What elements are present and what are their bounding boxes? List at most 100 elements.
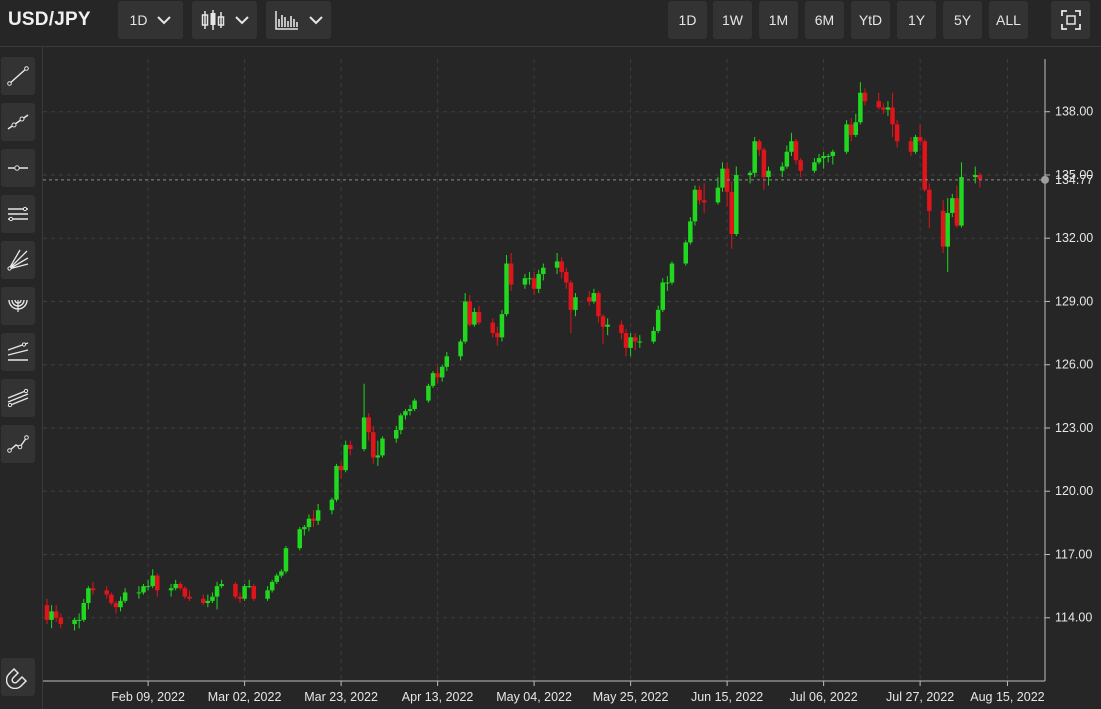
candle — [297, 527, 302, 551]
candle-body — [297, 529, 302, 549]
fibonacci-tool[interactable] — [1, 379, 35, 417]
candle — [527, 271, 532, 285]
candle-body — [168, 588, 174, 591]
fan-lines-icon — [7, 249, 29, 271]
candle — [136, 586, 142, 599]
candle-body — [531, 278, 537, 289]
candle-body — [219, 584, 224, 587]
candle — [752, 137, 757, 178]
candle-body — [109, 594, 114, 603]
range-button-1d[interactable]: 1D — [668, 1, 707, 39]
candle — [178, 581, 183, 591]
trend-line-tool[interactable] — [1, 57, 35, 95]
magnet-tool[interactable] — [1, 658, 35, 696]
candle-body — [816, 158, 822, 163]
candle — [669, 261, 675, 285]
candle-body — [605, 324, 610, 327]
candle-body — [688, 221, 693, 243]
candle — [697, 185, 702, 205]
candle — [816, 153, 822, 165]
arc-tool[interactable] — [1, 287, 35, 325]
candle — [757, 139, 762, 156]
candle — [155, 573, 160, 597]
candle-body — [596, 293, 601, 317]
x-tick-label: Mar 23, 2022 — [304, 690, 378, 704]
candle — [90, 581, 96, 595]
candle — [361, 383, 367, 452]
range-button-all[interactable]: ALL — [989, 1, 1028, 39]
candlestick-icon — [201, 10, 224, 30]
candle — [210, 592, 215, 603]
candle-body — [812, 162, 817, 171]
candle-body — [683, 242, 689, 264]
candle-body — [439, 366, 445, 378]
candle — [104, 586, 109, 599]
price-chart[interactable]: 114.00 117.00 120.00 123.00 126.00 129.00 132.… — [43, 47, 1101, 709]
last-price-dot — [1041, 175, 1049, 184]
candle — [315, 503, 321, 525]
extended-line-tool[interactable] — [1, 103, 35, 141]
candle-body — [651, 330, 656, 342]
candle — [113, 600, 119, 614]
indicators-dropdown[interactable] — [266, 1, 331, 39]
range-button-1y[interactable]: 1Y — [897, 1, 936, 39]
candle-body — [237, 596, 243, 599]
candle-body — [343, 444, 348, 471]
fan-lines-tool[interactable] — [1, 241, 35, 279]
candle — [467, 295, 473, 327]
arc-icon — [8, 299, 28, 312]
fullscreen-button[interactable] — [1051, 1, 1090, 39]
candle — [274, 573, 280, 585]
trend-line-icon — [7, 66, 29, 86]
pitchfork-tool[interactable] — [1, 333, 35, 371]
candle-body — [472, 312, 477, 325]
polyline-tool[interactable] — [1, 425, 35, 463]
candle — [688, 217, 693, 245]
interval-label: 1D — [129, 12, 148, 28]
candle — [720, 162, 725, 192]
chart-type-dropdown[interactable] — [192, 1, 257, 39]
candle — [44, 598, 50, 625]
candle — [651, 326, 656, 344]
candle — [237, 592, 243, 603]
candle — [908, 137, 914, 156]
candle-body — [628, 337, 633, 348]
candle-body — [49, 611, 54, 620]
interval-dropdown[interactable]: 1D — [118, 1, 183, 39]
candle — [334, 463, 339, 502]
candle-body — [348, 444, 353, 450]
candle-body — [766, 170, 771, 178]
range-button-1m[interactable]: 1M — [759, 1, 798, 39]
candle-body — [490, 322, 495, 334]
candle — [747, 170, 753, 184]
drawing-tools-sidebar — [0, 47, 43, 709]
candle — [945, 198, 950, 272]
candle — [283, 546, 289, 574]
horizontal-ray-tool[interactable] — [1, 149, 35, 187]
x-tick-label: May 04, 2022 — [496, 690, 572, 704]
candle — [348, 440, 353, 456]
candle-body — [922, 141, 927, 190]
range-button-ytd[interactable]: YtD — [851, 1, 890, 39]
candle-body — [118, 600, 123, 608]
range-button-1w[interactable]: 1W — [713, 1, 752, 39]
candle-body — [329, 499, 335, 511]
x-tick-label: Aug 15, 2022 — [970, 690, 1044, 704]
range-button-6m[interactable]: 6M — [805, 1, 844, 39]
x-axis-ticks: Feb 09, 2022 Mar 02, 2022 Mar 23, 2022 Apr … — [111, 681, 1045, 704]
range-button-5y[interactable]: 5Y — [943, 1, 982, 39]
candle — [853, 113, 859, 138]
horizontal-ray-icon — [8, 165, 28, 171]
candle-body — [86, 588, 91, 603]
parallel-channel-tool[interactable] — [1, 195, 35, 233]
candle — [472, 307, 477, 327]
candle-body — [798, 160, 803, 171]
candle — [660, 278, 666, 313]
candle-body — [150, 575, 155, 587]
candle — [950, 193, 955, 218]
candle — [242, 584, 247, 601]
candle — [559, 257, 564, 279]
candle-body — [380, 438, 385, 456]
candle-body — [757, 141, 762, 150]
candle — [531, 271, 537, 296]
